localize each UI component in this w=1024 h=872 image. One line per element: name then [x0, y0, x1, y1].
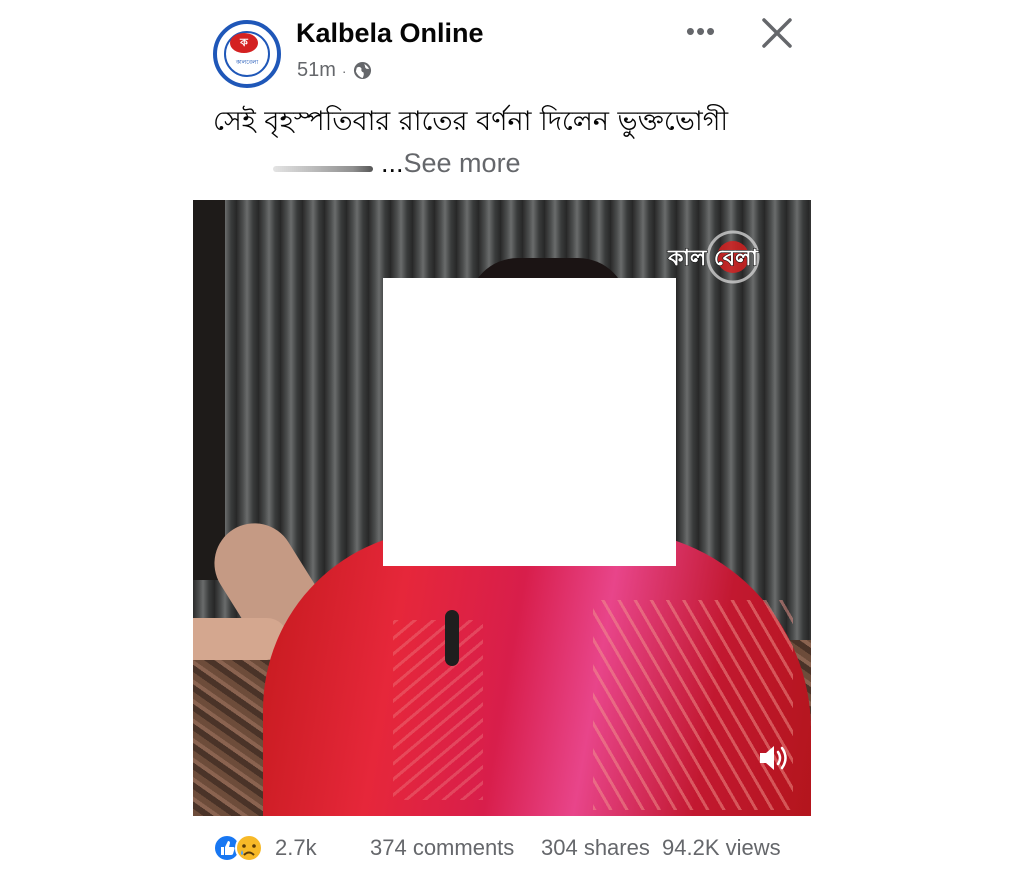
- avatar-logo-mark: ক: [230, 33, 258, 53]
- sari-pattern: [593, 600, 793, 810]
- sari-pattern: [393, 620, 483, 800]
- avatar-logo-text: কালবেলা: [235, 59, 259, 66]
- page-name[interactable]: Kalbela Online: [296, 18, 484, 49]
- engagement-stats: 2.7k 374 comments 304 shares 94.2K views: [213, 833, 803, 863]
- see-more-link[interactable]: See more: [404, 145, 521, 181]
- watermark-text: কাল বেলা: [667, 246, 759, 271]
- close-icon[interactable]: [758, 14, 796, 52]
- page-avatar[interactable]: ক কালবেলা: [213, 20, 281, 88]
- post-time[interactable]: 51m: [297, 59, 336, 82]
- reaction-count[interactable]: 2.7k: [275, 835, 317, 861]
- facebook-post: ক কালবেলা Kalbela Online 51m · ••• সেই ব…: [193, 0, 811, 872]
- views-count: 94.2K views: [662, 835, 781, 860]
- more-options-icon[interactable]: •••: [681, 16, 721, 52]
- speaker-volume-icon[interactable]: [755, 740, 791, 776]
- kalbela-watermark: কাল বেলা: [667, 230, 760, 284]
- redaction-box: [383, 278, 676, 566]
- sad-icon: [235, 834, 263, 862]
- post-caption: সেই বৃহস্পতিবার রাতের বর্ণনা দিলেন ভুক্ত…: [213, 106, 729, 137]
- lapel-microphone: [445, 610, 459, 666]
- video-player[interactable]: কাল বেলা: [193, 200, 811, 816]
- wooden-post: [193, 200, 225, 580]
- caption-ellipsis: ...: [381, 148, 404, 178]
- post-meta: 51m ·: [297, 59, 372, 82]
- reactions-icons[interactable]: [213, 833, 273, 863]
- comments-count[interactable]: 374 comments: [370, 835, 514, 861]
- obscured-caption-text: [273, 166, 373, 172]
- globe-icon[interactable]: [353, 61, 372, 80]
- meta-separator: ·: [341, 62, 347, 79]
- shares-count[interactable]: 304 shares: [541, 835, 650, 861]
- caption-truncated-line: ... See more: [273, 145, 521, 181]
